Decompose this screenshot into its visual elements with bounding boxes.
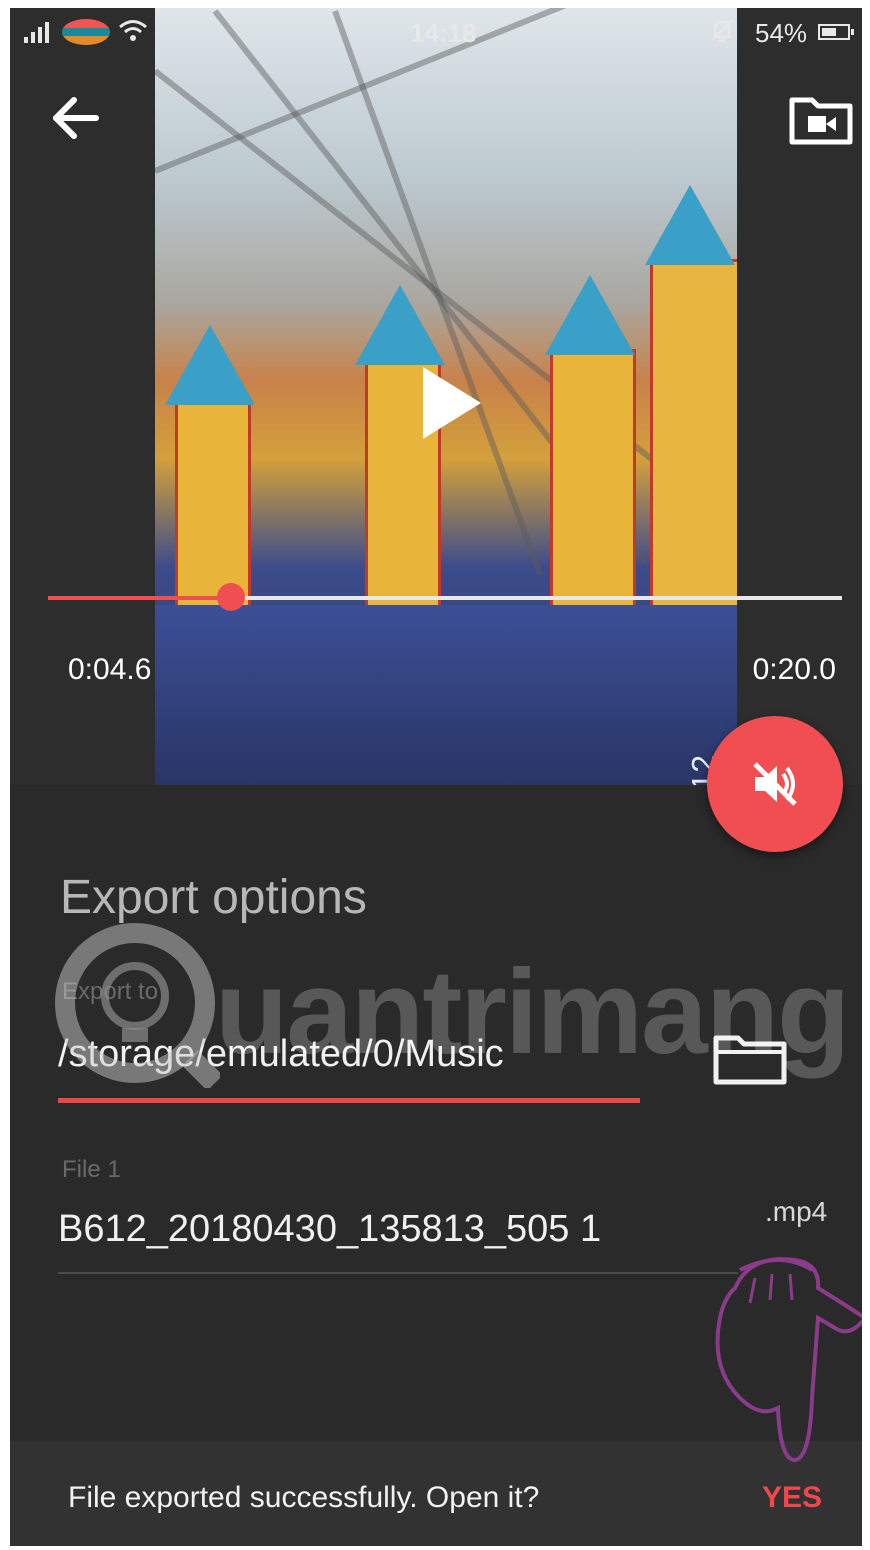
status-bar: 14:18 54% (10, 8, 862, 58)
status-time: 14:18 (410, 18, 477, 48)
file-extension: .mp4 (765, 1196, 828, 1227)
signal-icon (24, 22, 49, 43)
pointing-hand-icon (700, 1248, 862, 1468)
total-time: 0:20.0 (752, 653, 836, 686)
video-folder-icon (789, 97, 853, 145)
play-button[interactable] (415, 363, 485, 443)
current-time: 0:04.6 (68, 653, 152, 686)
quantrimang-watermark: uantrimang (215, 945, 850, 1079)
quantrimang-logo-icon (50, 918, 223, 1091)
mute-button[interactable] (707, 716, 843, 852)
battery-icon (818, 24, 854, 40)
carrier-logo-icon (62, 19, 110, 45)
export-options-title: Export options (60, 871, 367, 924)
arrow-left-icon (53, 97, 99, 139)
back-button[interactable] (48, 90, 104, 146)
volume-off-icon (753, 762, 797, 806)
snackbar-message: File exported successfully. Open it? (68, 1481, 540, 1514)
battery-percent: 54% (755, 18, 808, 48)
open-file-yes-button[interactable]: YES (762, 1481, 822, 1515)
file-name-label: File 1 (62, 1156, 121, 1183)
file-name-input[interactable]: B612_20180430_135813_505 1 (58, 1208, 601, 1251)
alarm-off-icon (710, 18, 734, 50)
open-video-folder-button[interactable] (788, 90, 854, 146)
wifi-icon (118, 18, 148, 51)
play-icon (423, 367, 481, 439)
seek-bar[interactable] (48, 583, 842, 611)
app-screen: 14:18 54% B612 (10, 8, 862, 1546)
export-path-underline (58, 1098, 640, 1103)
file-name-underline (58, 1272, 738, 1274)
video-player[interactable]: B612 0:04.6 0:20.0 (10, 8, 862, 785)
seek-progress (48, 596, 231, 600)
seek-thumb[interactable] (216, 583, 245, 611)
